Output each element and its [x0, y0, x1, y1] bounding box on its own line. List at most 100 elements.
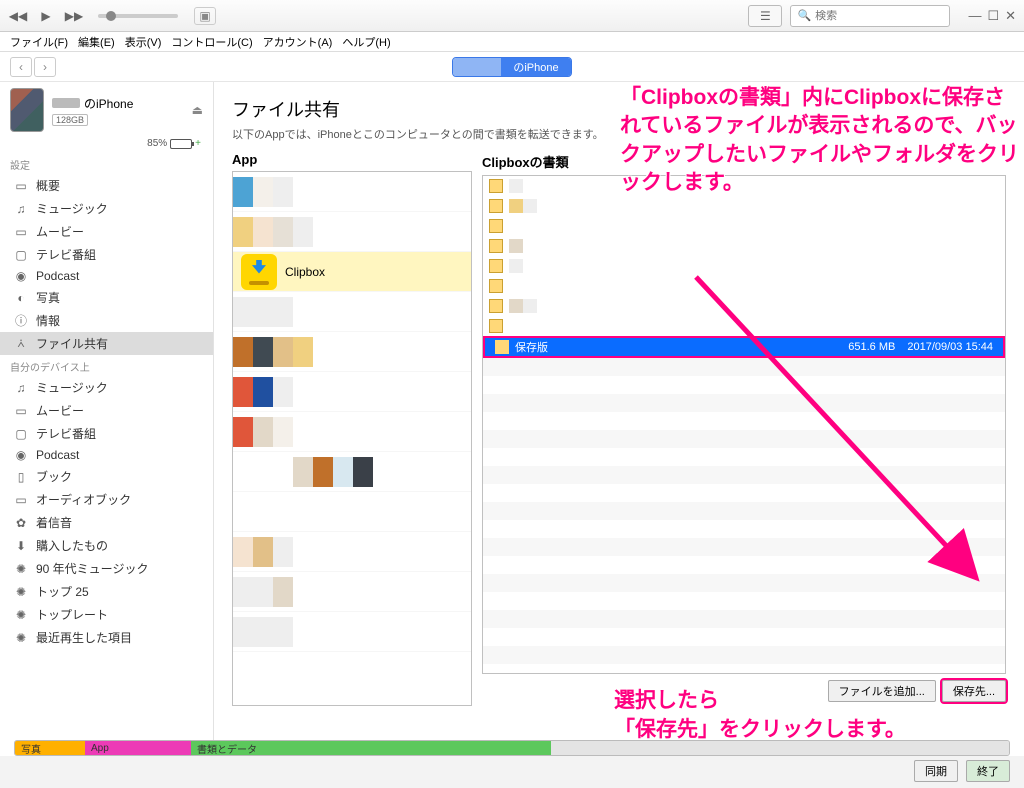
sidebar-item-label: Podcast	[36, 269, 79, 283]
sidebar-icon: ✺	[14, 585, 28, 599]
sidebar-item-label: 情報	[36, 312, 60, 329]
airplay-button[interactable]: ▣	[194, 7, 216, 25]
file-list[interactable]: 保存版 651.6 MB 2017/09/03 15:44	[482, 175, 1006, 674]
sidebar-icon: ✺	[14, 631, 28, 645]
sidebar-icon: ✺	[14, 608, 28, 622]
device-thumb-icon	[10, 88, 44, 132]
sidebar-item-label: トップレート	[36, 606, 108, 623]
annotation-top: 「Clipboxの書類」内にClipboxに保存されているファイルが表示されるの…	[620, 84, 1020, 197]
sidebar-item[interactable]: ◐写真	[0, 286, 213, 309]
storage-bar: 写真App書類とデータ	[14, 740, 1010, 756]
section-mine: 自分のデバイス上	[0, 355, 213, 376]
device-header[interactable]: のiPhone 128GB ⏏	[0, 82, 213, 138]
sidebar-icon: ◐	[14, 291, 28, 305]
sidebar-item-label: ファイル共有	[36, 335, 108, 352]
battery-status: 85% +	[0, 138, 213, 153]
sidebar-item-label: ブック	[36, 468, 72, 485]
storage-segment: 写真	[15, 741, 85, 755]
sidebar-item[interactable]: ♫ミュージック	[0, 376, 213, 399]
sidebar-item-label: 90 年代ミュージック	[36, 560, 148, 577]
prev-button[interactable]: ◀◀	[8, 7, 28, 25]
sidebar-icon: ✺	[14, 562, 28, 576]
app-list[interactable]: Clipbox	[232, 171, 472, 706]
sidebar-item[interactable]: ✺ トップレート	[0, 603, 213, 626]
menu-edit[interactable]: 編集(E)	[74, 32, 119, 52]
selected-file-row[interactable]: 保存版 651.6 MB 2017/09/03 15:44	[483, 336, 1005, 358]
file-size: 651.6 MB	[848, 341, 895, 353]
menu-view[interactable]: 表示(V)	[121, 32, 166, 52]
sidebar-item[interactable]: ⬇ 購入したもの	[0, 534, 213, 557]
search-box[interactable]: 🔍	[790, 5, 950, 27]
sidebar-item[interactable]: ✿ 着信音	[0, 511, 213, 534]
volume-slider[interactable]	[98, 14, 178, 18]
toolbar: ◀◀ ▶ ▶▶ ▣ ☰ 🔍 — ☐ ✕	[0, 0, 1024, 32]
sync-button[interactable]: 同期	[914, 760, 958, 782]
forward-button[interactable]: ›	[34, 57, 56, 77]
sidebar-item-label: 概要	[36, 177, 60, 194]
minimize-button[interactable]: —	[968, 8, 981, 24]
sidebar-item[interactable]: ⓘ 情報	[0, 309, 213, 332]
sidebar-item[interactable]: ▢ テレビ番組	[0, 243, 213, 266]
sidebar-icon: ▯	[14, 470, 28, 484]
battery-icon	[170, 139, 192, 149]
sidebar-item[interactable]: ▭ムービー	[0, 220, 213, 243]
sidebar-item[interactable]: ▭ オーディオブック	[0, 488, 213, 511]
menu-account[interactable]: アカウント(A)	[259, 32, 337, 52]
sidebar-item-label: テレビ番組	[36, 246, 96, 263]
done-button[interactable]: 終了	[966, 760, 1010, 782]
sidebar-icon: ▭	[14, 493, 28, 507]
sidebar-icon: ♫	[14, 381, 28, 395]
sidebar-item-label: Podcast	[36, 448, 79, 462]
sidebar-icon: ▭	[14, 179, 28, 193]
search-icon: 🔍	[797, 9, 811, 22]
sidebar-item-label: オーディオブック	[36, 491, 131, 508]
sidebar-icon: ◉	[14, 269, 28, 283]
device-tab-label: のiPhone	[501, 58, 571, 76]
sidebar-item[interactable]: ✺ 最近再生した項目	[0, 626, 213, 649]
sidebar-item[interactable]: ▯ ブック	[0, 465, 213, 488]
close-button[interactable]: ✕	[1005, 8, 1016, 24]
sidebar-icon: ⩑	[14, 336, 28, 351]
sidebar-item-label: ムービー	[36, 402, 84, 419]
sidebar-icon: ▢	[14, 248, 28, 262]
section-settings: 設定	[0, 153, 213, 174]
menu-file[interactable]: ファイル(F)	[6, 32, 72, 52]
sidebar-item[interactable]: ◉ Podcast	[0, 445, 213, 465]
search-input[interactable]	[815, 10, 943, 22]
sidebar-icon: ◉	[14, 448, 28, 462]
sidebar-item-label: テレビ番組	[36, 425, 96, 442]
app-clipbox[interactable]: Clipbox	[233, 252, 471, 292]
sidebar-icon: ⬇	[14, 539, 28, 553]
storage-badge: 128GB	[52, 114, 88, 126]
sidebar-icon: ▭	[14, 225, 28, 239]
device-tab[interactable]: のiPhone	[452, 57, 572, 77]
sidebar-item-label: 最近再生した項目	[36, 629, 132, 646]
sidebar-item-label: 着信音	[36, 514, 72, 531]
eject-button[interactable]: ⏏	[192, 103, 203, 117]
sidebar-icon: ▢	[14, 427, 28, 441]
sidebar-item[interactable]: ⩑ ファイル共有	[0, 332, 213, 355]
next-button[interactable]: ▶▶	[64, 7, 84, 25]
sidebar-item[interactable]: ▭ムービー	[0, 399, 213, 422]
sidebar-icon: ✿	[14, 516, 28, 530]
sidebar-item[interactable]: ♫ ミュージック	[0, 197, 213, 220]
sidebar-item[interactable]: ▢ テレビ番組	[0, 422, 213, 445]
storage-segment: 書類とデータ	[191, 741, 551, 755]
maximize-button[interactable]: ☐	[987, 8, 999, 24]
menu-control[interactable]: コントロール(C)	[167, 32, 256, 52]
menu-help[interactable]: ヘルプ(H)	[338, 32, 394, 52]
back-button[interactable]: ‹	[10, 57, 32, 77]
sidebar-item[interactable]: ▭ 概要	[0, 174, 213, 197]
play-button[interactable]: ▶	[36, 7, 56, 25]
file-name: 保存版	[515, 339, 548, 355]
sidebar-item[interactable]: ◉ Podcast	[0, 266, 213, 286]
sidebar-icon: ♫	[14, 202, 28, 216]
sidebar-item[interactable]: ✺ 90 年代ミュージック	[0, 557, 213, 580]
sidebar: のiPhone 128GB ⏏ 85% + 設定 ▭概要♫ミュージック▭ムービー…	[0, 82, 214, 756]
sidebar-item-label: 購入したもの	[36, 537, 108, 554]
sidebar-icon: ⓘ	[14, 312, 28, 329]
sidebar-item-label: ミュージック	[36, 200, 108, 217]
sidebar-item[interactable]: ✺ トップ 25	[0, 580, 213, 603]
sidebar-item-label: トップ 25	[36, 583, 89, 600]
list-view-button[interactable]: ☰	[748, 5, 782, 27]
